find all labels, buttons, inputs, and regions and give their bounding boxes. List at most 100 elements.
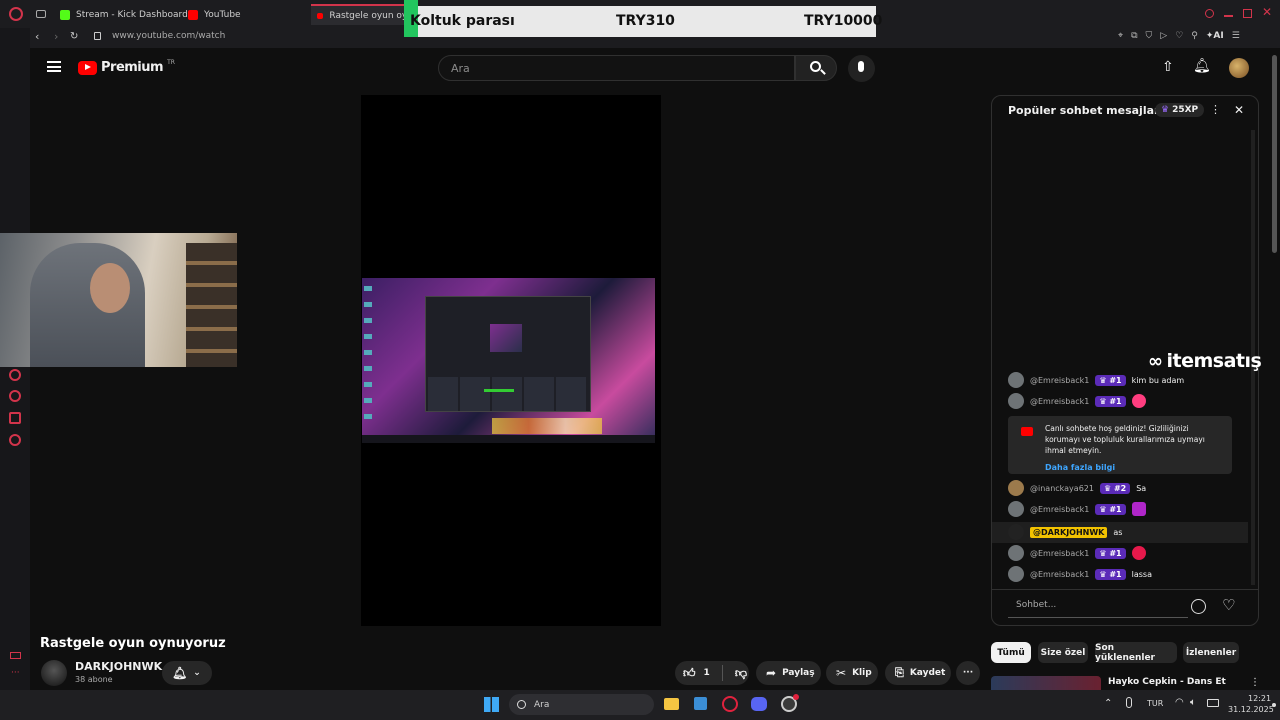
sidebar-settings-icon[interactable] — [9, 434, 21, 446]
related-more-icon[interactable]: ⋮ — [1250, 677, 1260, 688]
upload-icon[interactable]: ⇧ — [1162, 59, 1174, 75]
clip-button[interactable]: ✂ Klip — [826, 661, 878, 685]
chat-author[interactable]: @Emreisback1 — [1030, 570, 1089, 579]
avatar[interactable] — [1008, 545, 1024, 561]
emoji-picker-icon[interactable] — [1191, 599, 1206, 614]
avatar[interactable] — [1008, 524, 1024, 540]
show-desktop-icon[interactable] — [1272, 703, 1276, 707]
sidebar-clock-icon[interactable] — [9, 369, 21, 381]
sidebar-extensions-icon[interactable] — [9, 412, 21, 424]
heart-icon[interactable]: ♡ — [1222, 596, 1235, 614]
notifications-bell-icon[interactable]: 🔔︎ — [1193, 58, 1211, 74]
chat-author[interactable]: @Emreisback1 — [1030, 397, 1089, 406]
discord-icon[interactable] — [751, 697, 767, 711]
wifi-icon[interactable]: ◠ — [1175, 697, 1184, 708]
video-title: Rastgele oyun oynuyoruz — [40, 636, 226, 651]
share-button[interactable]: ➦ Paylaş — [756, 661, 821, 685]
streamer-face — [90, 263, 130, 313]
chat-author[interactable]: @Emreisback1 — [1030, 505, 1089, 514]
volume-icon[interactable]: 🔈︎ — [1190, 697, 1196, 708]
dislike-button[interactable]: 👎︎ — [729, 666, 747, 681]
share-label: Paylaş — [782, 668, 815, 678]
avatar[interactable] — [1008, 501, 1024, 517]
pin-icon[interactable]: ⌖ — [1118, 31, 1123, 41]
minimize-icon[interactable] — [1224, 15, 1233, 17]
hamburger-menu-icon[interactable] — [47, 61, 61, 72]
obs-audio-meter — [484, 389, 514, 392]
clock-time[interactable]: 12:21 — [1248, 694, 1271, 703]
forward-icon[interactable]: › — [54, 30, 58, 43]
store-icon[interactable] — [694, 697, 707, 710]
chat-author[interactable]: @Emreisback1 — [1030, 376, 1089, 385]
file-explorer-icon[interactable] — [664, 698, 679, 710]
member-badge: ♛ #1 — [1095, 374, 1126, 386]
player-icon[interactable]: ▷ — [1160, 31, 1167, 41]
taskbar-search-label: Ara — [534, 699, 550, 710]
avatar[interactable] — [1229, 58, 1249, 78]
chat-author[interactable]: @Emreisback1 — [1030, 549, 1089, 558]
taskbar-search[interactable]: Ara — [509, 694, 654, 715]
close-window-icon[interactable]: ✕ — [1262, 5, 1272, 19]
chat-input[interactable]: Sohbet... — [1008, 596, 1188, 618]
opera-taskbar-icon[interactable] — [722, 696, 738, 712]
tab-label: YouTube — [204, 10, 241, 20]
search-button[interactable] — [795, 55, 837, 81]
heart-icon[interactable]: ♡ — [1175, 31, 1183, 41]
page-scrollbar[interactable] — [1272, 55, 1277, 253]
avatar[interactable] — [1008, 480, 1024, 496]
like-button[interactable]: 👍︎ 1 — [675, 666, 710, 681]
maximize-icon[interactable] — [1243, 9, 1252, 18]
profile-icon[interactable]: ⚲ — [1191, 31, 1198, 41]
chip-all[interactable]: Tümü — [991, 642, 1031, 663]
menu-icon[interactable]: ☰ — [1232, 31, 1240, 41]
chat-author[interactable]: @inanckaya621 — [1030, 484, 1094, 493]
subscription-bell-button[interactable]: 🔔︎ ⌄ — [162, 661, 212, 685]
opera-logo-icon[interactable] — [9, 7, 23, 21]
more-actions-button[interactable]: ··· — [956, 661, 980, 685]
tray-chevron-up-icon[interactable]: ⌃ — [1104, 698, 1112, 709]
badge-rank: #2 — [1113, 483, 1127, 493]
tab-kick-dashboard[interactable]: Stream - Kick Dashboard — [60, 5, 188, 25]
badge-rank: #1 — [1109, 375, 1122, 385]
save-button[interactable]: ⎘ Kaydet — [885, 661, 951, 685]
avatar[interactable] — [1008, 372, 1024, 388]
avatar[interactable] — [1008, 393, 1024, 409]
sidebar-history-icon[interactable] — [9, 390, 21, 402]
related-video-title[interactable]: Hayko Cepkin - Dans Et — [1108, 677, 1226, 687]
thumbs-down-icon: 👎︎ — [734, 665, 747, 680]
back-icon[interactable]: ‹ — [35, 30, 39, 43]
xp-badge[interactable]: ♛ 25XP — [1155, 103, 1205, 117]
search-input[interactable]: Ara — [438, 55, 795, 81]
aria-ai-button[interactable]: ✦AI — [1206, 31, 1224, 41]
ai-label: AI — [1213, 31, 1224, 41]
channel-name[interactable]: DARKJOHNWK — [75, 660, 162, 673]
chat-more-icon[interactable]: ⋮ — [1210, 103, 1221, 116]
tab-active-stream[interactable]: Rastgele oyun oynu — [311, 4, 411, 25]
chip-watched[interactable]: İzlenenler — [1183, 642, 1239, 663]
tray-language[interactable]: TUR — [1147, 699, 1163, 708]
workspaces-icon[interactable] — [36, 10, 46, 18]
sidebar-more-icon[interactable]: ··· — [11, 668, 20, 678]
windows-start-icon[interactable] — [484, 697, 499, 712]
chat-close-icon[interactable]: ✕ — [1234, 103, 1244, 117]
related-video-thumbnail[interactable] — [991, 676, 1101, 690]
search-tabs-icon[interactable] — [1205, 9, 1214, 18]
vpn-icon[interactable]: ⛉ — [1146, 31, 1153, 41]
chat-author-owner[interactable]: @DARKJOHNWK — [1030, 526, 1108, 538]
tray-mic-icon[interactable] — [1126, 697, 1132, 708]
reload-icon[interactable]: ↻ — [70, 31, 78, 42]
chat-mode-selector[interactable]: Popüler sohbet mesajları — [1008, 104, 1163, 117]
avatar[interactable] — [1008, 566, 1024, 582]
channel-avatar[interactable] — [41, 660, 67, 686]
youtube-premium-logo[interactable]: Premium TR — [78, 59, 175, 75]
voice-search-button[interactable] — [848, 55, 875, 82]
chip-recent[interactable]: Son yüklenenler — [1095, 642, 1177, 663]
snapshot-icon[interactable]: ⧉ — [1131, 31, 1137, 41]
tab-youtube[interactable]: YouTube — [188, 5, 241, 25]
learn-more-link[interactable]: Daha fazla bilgi — [1045, 462, 1222, 473]
chip-for-you[interactable]: Size özel — [1038, 642, 1088, 663]
url-field[interactable]: www.youtube.com/watch — [112, 31, 225, 41]
battery-icon[interactable] — [1207, 699, 1219, 707]
sidebar-panel-icon[interactable] — [10, 652, 21, 659]
clock-date[interactable]: 31.12.2025 — [1228, 705, 1274, 714]
